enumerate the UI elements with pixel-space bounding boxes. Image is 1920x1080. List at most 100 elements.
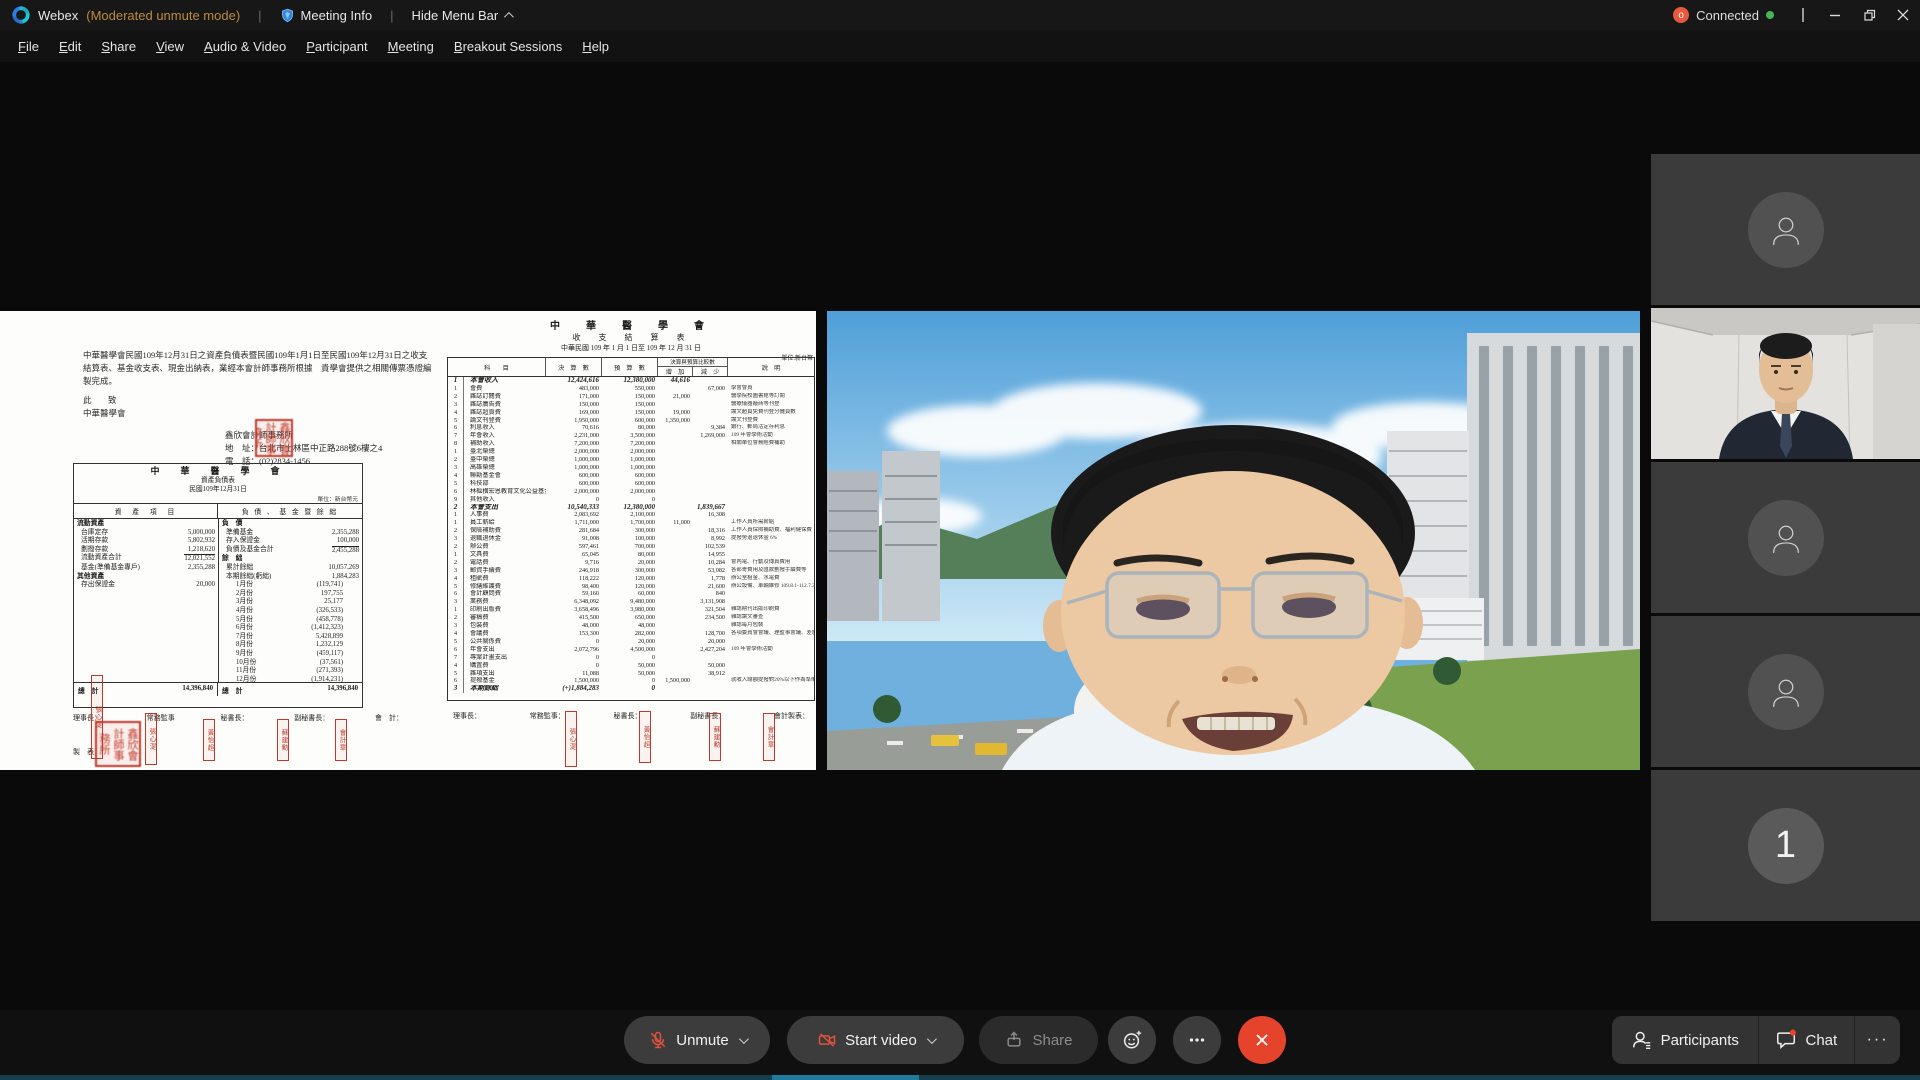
participant-filmstrip: 1 xyxy=(1651,91,1920,931)
share-button[interactable]: Share xyxy=(979,1016,1098,1064)
titlebar-divider xyxy=(1802,8,1804,22)
menu-share[interactable]: Share xyxy=(91,35,146,58)
deputy-secretary-stamp: 蘇建勳 xyxy=(277,719,289,761)
menu-bar: File Edit Share View Audio & Video Parti… xyxy=(0,30,1920,62)
firm-seal-stamp: 鑫欣會計師事務所 xyxy=(95,721,141,767)
menu-meeting[interactable]: Meeting xyxy=(378,35,444,58)
leave-meeting-button[interactable] xyxy=(1238,1016,1286,1064)
income-statement-rows: 1本會收入12,424,61612,380,00044,6161會費483,00… xyxy=(448,377,814,693)
start-video-label: Start video xyxy=(845,1032,917,1049)
microphone-muted-icon xyxy=(648,1030,668,1050)
chat-label: Chat xyxy=(1805,1032,1837,1049)
connection-status: o Connected xyxy=(1673,7,1774,23)
more-options-button[interactable] xyxy=(1173,1016,1221,1064)
letter-line: 製完成。 xyxy=(83,375,439,388)
menu-participant[interactable]: Participant xyxy=(296,35,377,58)
close-button[interactable] xyxy=(1886,0,1920,30)
menu-edit[interactable]: Edit xyxy=(49,35,91,58)
letter-line: 結算表、基金收支表、現金出納表，業經本會計師事務所根據 貴學會提供之相關傳票憑證… xyxy=(83,362,439,375)
connection-good-icon xyxy=(1766,11,1774,19)
chat-notification-dot xyxy=(1790,1030,1796,1036)
participant-tile-avatar[interactable] xyxy=(1651,154,1920,305)
header-decrease: 減 少 xyxy=(693,367,728,376)
person-icon xyxy=(1765,209,1807,251)
participant-tile-video[interactable] xyxy=(1651,308,1920,459)
moderated-mode-label: (Moderated unmute mode) xyxy=(86,8,240,23)
header-actual: 決 算 數 xyxy=(546,358,602,376)
accountant-stamp: 會計章 xyxy=(763,713,775,761)
minimize-button[interactable] xyxy=(1818,0,1852,30)
participant-video-scene xyxy=(1651,308,1920,459)
hide-menu-bar-button[interactable]: Hide Menu Bar xyxy=(411,8,511,23)
unmute-button[interactable]: Unmute xyxy=(624,1016,770,1064)
menu-help[interactable]: Help xyxy=(572,35,619,58)
balance-sheet-unit: 單位：新台幣元 xyxy=(74,494,362,503)
avatar xyxy=(1748,654,1824,730)
person-icon xyxy=(1765,517,1807,559)
webex-meeting-window: Webex (Moderated unmute mode) | Meeting … xyxy=(0,0,1920,1080)
menu-view[interactable]: View xyxy=(146,35,194,58)
chat-button[interactable]: Chat xyxy=(1759,1016,1855,1064)
auditor-letter: 中華醫學會民國109年12月31日之資產負債表暨民國109年1月1日至民國109… xyxy=(83,349,439,420)
total-assets-value: 14,396,840 xyxy=(182,685,213,695)
overflow-count-badge: 1 xyxy=(1748,808,1824,884)
balance-sheet-table: 中 華 醫 學 會 資產負債表 民國109年12月31日 單位：新台幣元 資 產… xyxy=(73,463,363,708)
webex-logo-icon xyxy=(12,6,30,24)
taskbar-highlight xyxy=(772,1075,919,1080)
total-label: 總 計 xyxy=(222,685,242,695)
letter-salute: 此 致 xyxy=(83,394,439,407)
person-icon xyxy=(1765,671,1807,713)
firm-seal-stamp: 鑫欣會計師事務所 xyxy=(255,419,293,457)
meeting-stage: 中華醫學會民國109年12月31日之資產負債表暨民國109年1月1日至民國109… xyxy=(0,62,1920,1010)
supervisor-stamp: 張心湜 xyxy=(565,711,577,767)
income-statement-table: 科 目 決 算 數 預 算 數 決算與預算比較數 增 加 減 少 說 明 1本會… xyxy=(447,357,815,701)
active-speaker-video[interactable] xyxy=(827,311,1640,770)
balance-sheet-totals: 總 計 14,396,840 總 計 14,396,840 xyxy=(74,682,362,696)
hide-menu-bar-label: Hide Menu Bar xyxy=(411,8,498,23)
shield-icon xyxy=(280,8,295,23)
unmute-options-chevron[interactable] xyxy=(739,1034,749,1044)
titlebar-separator: | xyxy=(380,8,403,23)
unmute-label: Unmute xyxy=(676,1032,729,1049)
income-statement-signatures: 理事長：常務監事：秘書長：副秘書長：會計製表： xyxy=(447,711,815,721)
speaker-video-scene xyxy=(827,311,1640,770)
secretary-stamp: 黃怡超 xyxy=(639,711,651,763)
meeting-info-button[interactable]: Meeting Info xyxy=(280,8,373,23)
balance-sheet-title: 資產負債表 xyxy=(74,476,362,485)
assets-header: 資 產 項 目 xyxy=(74,504,218,518)
meeting-control-bar: Unmute Start video Share xyxy=(0,1010,1920,1075)
deputy-secretary-stamp: 蘇建勳 xyxy=(709,713,721,761)
supervisor-stamp: 張心湜 xyxy=(145,713,157,765)
participant-tile-avatar[interactable] xyxy=(1651,462,1920,613)
share-screen-icon xyxy=(1004,1030,1024,1050)
connection-status-label: Connected xyxy=(1696,8,1759,23)
participants-icon xyxy=(1631,1029,1653,1051)
assets-column: 流動資產台庫定存5,000,000活期存款5,802,932劃撥存款1,218,… xyxy=(74,519,218,682)
app-title: Webex xyxy=(38,8,78,23)
document-page-income-statement: 中 華 醫 學 會 收 支 結 算 表 中華民國 109 年 1 月 1 日至 … xyxy=(447,311,815,770)
balance-sheet-date: 民國109年12月31日 xyxy=(74,485,362,494)
header-subject: 科 目 xyxy=(448,358,546,376)
header-budget: 預 算 數 xyxy=(602,358,658,376)
video-options-chevron[interactable] xyxy=(927,1034,937,1044)
more-panels-button[interactable]: ··· xyxy=(1855,1016,1900,1064)
liabilities-column: 負 債準備基金2,355,288存入保證金100,000負債及基金合計2,455… xyxy=(218,519,362,682)
start-video-button[interactable]: Start video xyxy=(787,1016,964,1064)
participants-button[interactable]: Participants xyxy=(1612,1016,1758,1064)
income-statement-org: 中 華 醫 學 會 xyxy=(447,311,815,332)
balance-sheet-org: 中 華 醫 學 會 xyxy=(74,467,362,476)
reactions-button[interactable] xyxy=(1108,1016,1156,1064)
participant-tile-overflow-count[interactable]: 1 xyxy=(1651,770,1920,921)
header-note: 說 明 xyxy=(728,358,814,376)
menu-audio-video[interactable]: Audio & Video xyxy=(194,35,296,58)
participants-label: Participants xyxy=(1661,1032,1739,1049)
participant-tile-avatar[interactable] xyxy=(1651,616,1920,767)
restore-button[interactable] xyxy=(1852,0,1886,30)
presence-icon: o xyxy=(1673,7,1689,23)
close-x-icon xyxy=(1252,1030,1272,1050)
header-compare: 決算與預算比較數 xyxy=(658,358,728,367)
menu-breakout-sessions[interactable]: Breakout Sessions xyxy=(444,35,572,58)
income-statement-date: 中華民國 109 年 1 月 1 日至 109 年 12 月 31 日 xyxy=(447,343,815,353)
ellipsis-icon xyxy=(1186,1029,1208,1051)
menu-file[interactable]: File xyxy=(8,35,49,58)
